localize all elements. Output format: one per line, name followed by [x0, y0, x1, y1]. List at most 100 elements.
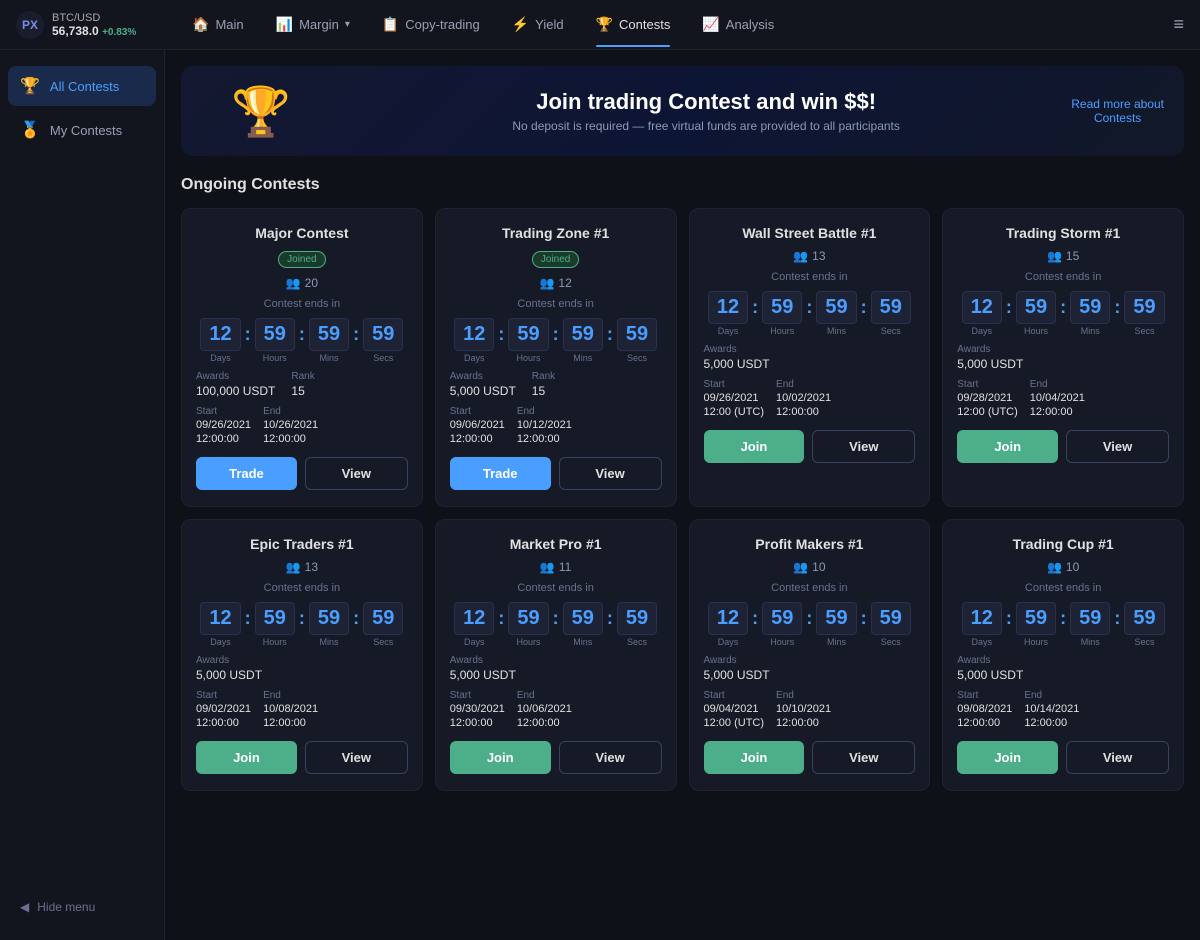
card-title: Profit Makers #1 — [704, 536, 916, 552]
dates-row: Start 09/30/2021 12:00:00 End 10/06/2021… — [450, 690, 662, 729]
countdown-mins-block: 59 Mins — [816, 291, 856, 336]
end-time: 12:00:00 — [517, 717, 572, 729]
hamburger-menu[interactable]: ≡ — [1173, 14, 1184, 35]
view-button[interactable]: View — [812, 430, 915, 463]
sidebar-label-all-contests: All Contests — [50, 79, 119, 94]
awards-value: 5,000 USDT — [704, 357, 770, 371]
countdown-secs: 59 — [363, 602, 403, 635]
nav-item-main[interactable]: 🏠 Main — [178, 10, 258, 39]
ongoing-contests-title: Ongoing Contests — [181, 176, 1184, 194]
card-actions: Join View — [450, 741, 662, 774]
contest-card: Profit Makers #1 👥 10 Contest ends in 12… — [689, 519, 931, 791]
nav-item-yield[interactable]: ⚡ Yield — [498, 10, 578, 39]
view-button[interactable]: View — [305, 741, 408, 774]
view-button[interactable]: View — [812, 741, 915, 774]
sidebar-item-my-contests[interactable]: 🏅 My Contests — [8, 110, 156, 150]
info-row: Awards 5,000 USDT — [196, 655, 408, 682]
nav-item-margin[interactable]: 📊 Margin ▾ — [262, 10, 364, 39]
awards-info: Awards 5,000 USDT — [704, 344, 770, 371]
btc-change: +0.83% — [102, 27, 136, 38]
join-button[interactable]: Join — [704, 430, 805, 463]
countdown-separator: : — [1006, 608, 1012, 629]
countdown-hours-block: 59 Hours — [255, 318, 295, 363]
participants-icon: 👥 — [1047, 560, 1062, 574]
countdown-secs-block: 59 Secs — [1124, 602, 1164, 647]
end-time: 12:00:00 — [776, 717, 831, 729]
trade-button[interactable]: Trade — [196, 457, 297, 490]
countdown-days-block: 12 Days — [962, 291, 1002, 336]
start-time: 12:00:00 — [450, 433, 505, 445]
dates-row: Start 09/26/2021 12:00:00 End 10/26/2021… — [196, 406, 408, 445]
awards-info: Awards 5,000 USDT — [450, 371, 516, 398]
start-time: 12:00 (UTC) — [957, 406, 1018, 418]
hours-label: Hours — [516, 637, 540, 647]
secs-label: Secs — [627, 353, 647, 363]
countdown-separator: : — [245, 324, 251, 345]
awards-label: Awards — [196, 371, 275, 382]
countdown-secs-block: 59 Secs — [617, 318, 657, 363]
countdown-hours: 59 — [762, 291, 802, 324]
card-title: Trading Zone #1 — [450, 225, 662, 241]
logo-icon: PX — [16, 11, 44, 39]
participants-count: 11 — [559, 560, 571, 574]
countdown-secs: 59 — [617, 602, 657, 635]
join-button[interactable]: Join — [704, 741, 805, 774]
countdown-mins-block: 59 Mins — [309, 318, 349, 363]
nav-item-copy-trading[interactable]: 📋 Copy-trading — [368, 10, 494, 39]
info-row: Awards 5,000 USDT — [957, 655, 1169, 682]
awards-value: 100,000 USDT — [196, 384, 275, 398]
nav-item-contests[interactable]: 🏆 Contests — [582, 10, 685, 39]
countdown: 12 Days : 59 Hours : 59 Mins : 59 Secs — [957, 291, 1169, 336]
countdown-secs-block: 59 Secs — [871, 291, 911, 336]
countdown-days-block: 12 Days — [200, 602, 240, 647]
participants-count: 10 — [1066, 560, 1079, 574]
sidebar-items: 🏆 All Contests 🏅 My Contests — [8, 66, 156, 150]
awards-label: Awards — [957, 655, 1023, 666]
participants: 👥 13 — [704, 249, 916, 263]
join-button[interactable]: Join — [957, 741, 1058, 774]
copy-trading-icon: 📋 — [382, 16, 399, 33]
countdown-days-block: 12 Days — [708, 602, 748, 647]
read-more-link[interactable]: Read more aboutContests — [1071, 97, 1164, 125]
countdown-hours: 59 — [508, 602, 548, 635]
participants: 👥 12 — [450, 276, 662, 290]
end-date-item: End 10/14/2021 12:00:00 — [1024, 690, 1079, 729]
countdown: 12 Days : 59 Hours : 59 Mins : 59 Secs — [704, 291, 916, 336]
countdown-days-block: 12 Days — [708, 291, 748, 336]
countdown-separator2: : — [806, 608, 812, 629]
card-title: Major Contest — [196, 225, 408, 241]
contest-card: Trading Storm #1 👥 15 Contest ends in 12… — [942, 208, 1184, 507]
dates-row: Start 09/28/2021 12:00 (UTC) End 10/04/2… — [957, 379, 1169, 418]
participants-count: 15 — [1066, 249, 1079, 263]
trade-button[interactable]: Trade — [450, 457, 551, 490]
participants: 👥 13 — [196, 560, 408, 574]
view-button[interactable]: View — [1066, 741, 1169, 774]
start-label: Start — [957, 379, 1018, 390]
card-actions: Join View — [704, 741, 916, 774]
sidebar-item-all-contests[interactable]: 🏆 All Contests — [8, 66, 156, 106]
countdown-days-block: 12 Days — [962, 602, 1002, 647]
participants-count: 12 — [558, 276, 571, 290]
hide-menu-label: Hide menu — [37, 900, 95, 914]
countdown-hours: 59 — [1016, 291, 1056, 324]
end-date-item: End 10/10/2021 12:00:00 — [776, 690, 831, 729]
mins-label: Mins — [319, 637, 338, 647]
view-button[interactable]: View — [559, 457, 662, 490]
countdown: 12 Days : 59 Hours : 59 Mins : 59 Secs — [196, 602, 408, 647]
hide-menu-button[interactable]: ◀ Hide menu — [8, 890, 156, 924]
countdown: 12 Days : 59 Hours : 59 Mins : 59 Secs — [704, 602, 916, 647]
countdown-hours-block: 59 Hours — [762, 602, 802, 647]
participants-icon: 👥 — [540, 560, 555, 574]
countdown-separator2: : — [299, 608, 305, 629]
join-button[interactable]: Join — [450, 741, 551, 774]
start-label: Start — [196, 406, 251, 417]
end-date: 10/12/2021 — [517, 419, 572, 431]
join-button[interactable]: Join — [196, 741, 297, 774]
view-button[interactable]: View — [559, 741, 662, 774]
view-button[interactable]: View — [1066, 430, 1169, 463]
view-button[interactable]: View — [305, 457, 408, 490]
countdown-separator2: : — [553, 608, 559, 629]
nav-item-analysis[interactable]: 📈 Analysis — [688, 10, 788, 39]
join-button[interactable]: Join — [957, 430, 1058, 463]
start-date: 09/28/2021 — [957, 392, 1018, 404]
